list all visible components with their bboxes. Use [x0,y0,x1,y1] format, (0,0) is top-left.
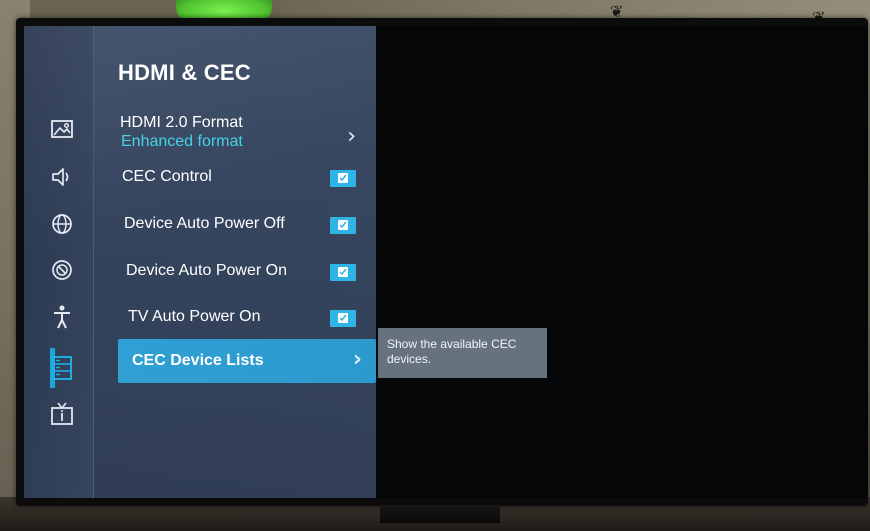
chevron-right-icon: › [347,124,356,149]
timer-icon[interactable] [44,255,80,285]
photo-scene: ❦ ❦ [0,0,870,531]
device-auto-power-on-label: Device Auto Power On [126,262,287,279]
menu-item-tv-auto-power-on[interactable]: TV Auto Power On [126,298,370,338]
help-tooltip: Show the available CEC devices. [378,328,547,378]
accessibility-icon[interactable] [44,302,80,332]
menu-item-device-auto-power-off[interactable]: Device Auto Power Off [122,205,370,245]
network-icon[interactable] [44,209,80,239]
menu-item-cec-control[interactable]: CEC Control [120,158,370,198]
settings-category-rail [24,26,94,498]
checkmark-icon [338,220,348,230]
checkmark-icon [338,267,348,277]
settings-panel: HDMI & CEC HDMI 2.0 Format Enhanced form… [24,26,376,498]
checkmark-icon [338,313,348,323]
cec-control-label: CEC Control [122,168,212,185]
chevron-right-icon: › [352,347,362,372]
menu-item-hdmi-format[interactable]: HDMI 2.0 Format Enhanced format › [118,114,368,162]
menu-item-device-auto-power-on[interactable]: Device Auto Power On [124,252,370,292]
tv-auto-power-on-checkbox[interactable] [330,310,356,327]
picture-icon[interactable] [44,114,80,144]
system-icon[interactable] [44,353,80,383]
tv-screen: HDMI & CEC HDMI 2.0 Format Enhanced form… [24,26,868,498]
tooltip-text: Show the available CEC devices. [387,337,517,366]
menu-item-cec-device-lists[interactable]: CEC Device Lists › [118,339,376,383]
cec-device-lists-label: CEC Device Lists [132,352,264,369]
cec-control-checkbox[interactable] [330,170,356,187]
tv-info-icon[interactable] [44,399,80,429]
page-title: HDMI & CEC [118,60,251,85]
sound-icon[interactable] [44,162,80,192]
hdmi-format-value: Enhanced format [121,133,243,150]
tv-stand [380,505,500,523]
hdmi-format-label: HDMI 2.0 Format [120,114,243,131]
tv-auto-power-on-label: TV Auto Power On [128,308,261,325]
device-auto-power-off-checkbox[interactable] [330,217,356,234]
device-auto-power-on-checkbox[interactable] [330,264,356,281]
device-auto-power-off-label: Device Auto Power Off [124,215,285,232]
checkmark-icon [338,173,348,183]
